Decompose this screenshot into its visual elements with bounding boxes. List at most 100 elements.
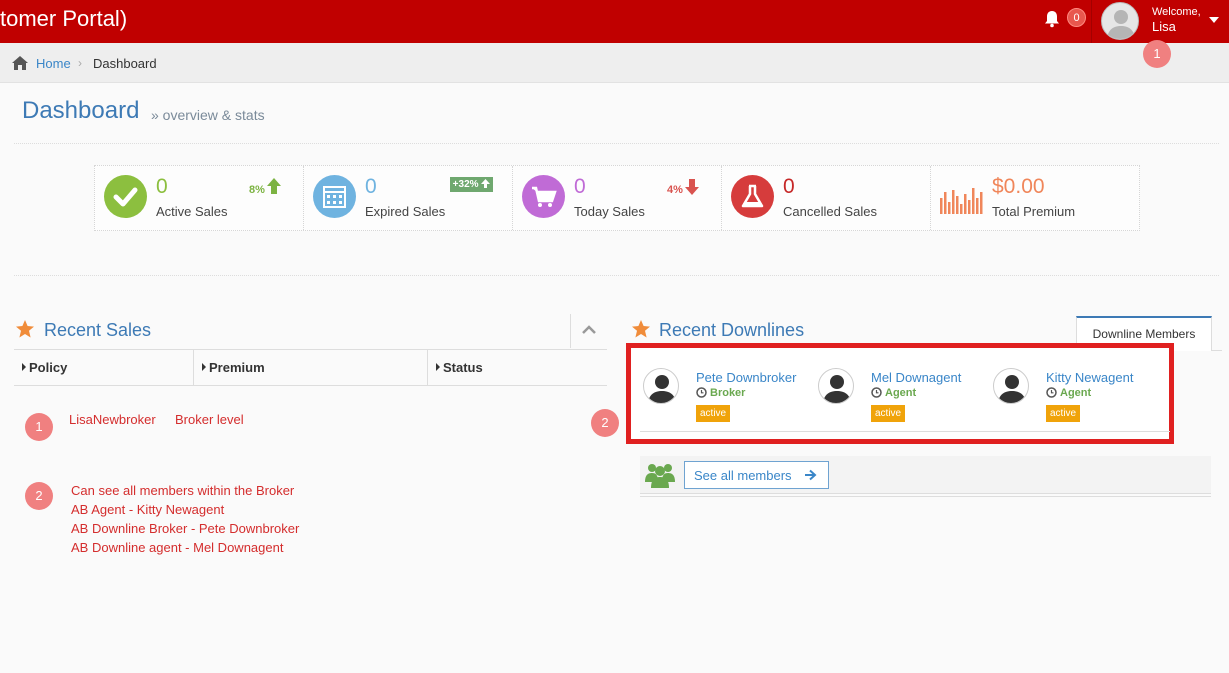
home-icon xyxy=(12,56,28,70)
annotation-badge-1: 1 xyxy=(25,413,53,441)
stat-change: +32% xyxy=(452,179,479,190)
status-badge: active xyxy=(696,405,731,422)
stat-change: 4% xyxy=(667,184,683,196)
column-label: Status xyxy=(443,360,483,375)
annotation-text: AB Downline Broker - Pete Downbroker xyxy=(71,521,300,536)
member-role: Broker xyxy=(710,387,746,399)
member-name-link[interactable]: Mel Downagent xyxy=(871,370,961,385)
stat-label: Active Sales xyxy=(156,204,228,219)
stat-cancelled-sales: 0 Cancelled Sales xyxy=(722,166,931,230)
annotation-text: LisaNewbroker xyxy=(69,412,156,427)
divider xyxy=(14,143,1219,144)
list-item: Kitty Newagent Agent active xyxy=(985,348,1160,438)
chevron-up-icon xyxy=(582,325,596,334)
column-header-status[interactable]: Status xyxy=(428,349,607,386)
user-silhouette-icon xyxy=(648,375,676,403)
shopping-cart-icon xyxy=(522,175,565,218)
check-icon xyxy=(104,175,147,218)
stat-value: 0 xyxy=(574,175,586,198)
avatar[interactable] xyxy=(1101,2,1139,40)
breadcrumb-current: Dashboard xyxy=(93,56,157,71)
users-group-icon xyxy=(645,464,675,488)
breadcrumb: Home › Dashboard xyxy=(0,43,1229,83)
stat-value: 0 xyxy=(783,175,795,198)
list-item: Mel Downagent Agent active xyxy=(810,348,985,438)
annotation-text: AB Downline agent - Mel Downagent xyxy=(71,540,284,555)
member-name-link[interactable]: Pete Downbroker xyxy=(696,370,796,385)
status-badge: active xyxy=(871,405,906,422)
column-header-premium[interactable]: Premium xyxy=(194,349,428,386)
stat-label: Today Sales xyxy=(574,204,645,219)
user-silhouette-icon xyxy=(823,375,851,403)
calendar-icon xyxy=(313,175,356,218)
status-badge: active xyxy=(1046,405,1081,422)
annotation-text: Broker level xyxy=(175,412,244,427)
see-all-label: See all members xyxy=(694,468,792,483)
column-label: Policy xyxy=(29,360,68,375)
notification-count-badge[interactable]: 0 xyxy=(1067,8,1086,27)
annotation-text: AB Agent - Kitty Newagent xyxy=(71,502,225,517)
member-name-link[interactable]: Kitty Newagent xyxy=(1046,370,1133,385)
recent-sales-title: Recent Sales xyxy=(44,320,152,340)
sort-caret-icon xyxy=(22,363,26,371)
clock-icon xyxy=(1046,387,1057,398)
stats-panel: 0 Active Sales 8% 0 Expired Sales 0 Toda… xyxy=(94,165,1140,231)
top-navbar: tomer Portal) 0 Welcome, Lisa xyxy=(0,0,1229,43)
stat-expired-sales: 0 Expired Sales xyxy=(304,166,513,230)
column-label: Premium xyxy=(209,360,265,375)
member-role: Agent xyxy=(1060,387,1092,399)
breadcrumb-home-link[interactable]: Home xyxy=(36,56,71,71)
user-silhouette-icon xyxy=(1107,10,1135,39)
page-title: Dashboard xyxy=(22,97,140,124)
chevron-down-icon[interactable] xyxy=(1209,17,1219,23)
annotation-text: Can see all members within the Broker xyxy=(71,483,295,498)
user-menu[interactable]: Welcome, Lisa xyxy=(1091,0,1229,43)
avatar[interactable] xyxy=(643,368,679,404)
flask-icon xyxy=(731,175,774,218)
sparkline-bars-icon xyxy=(940,188,983,214)
members-footer: See all members xyxy=(640,456,1211,494)
avatar[interactable] xyxy=(818,368,854,404)
bell-icon[interactable] xyxy=(1044,10,1060,28)
stat-total-premium: $0.00 Total Premium xyxy=(931,166,1139,230)
arrow-down-icon xyxy=(685,179,699,195)
stat-value: 0 xyxy=(365,175,377,198)
arrow-up-icon xyxy=(267,178,281,194)
avatar[interactable] xyxy=(993,368,1029,404)
clock-icon xyxy=(696,387,707,398)
annotation-badge-1: 1 xyxy=(1143,40,1171,68)
star-icon xyxy=(16,320,34,338)
annotation-badge-2: 2 xyxy=(25,482,53,510)
breadcrumb-separator: › xyxy=(78,56,82,70)
stat-label: Total Premium xyxy=(992,204,1076,219)
downline-members-list: Pete Downbroker Broker active Mel Downag… xyxy=(626,343,1174,444)
brand-title[interactable]: tomer Portal) xyxy=(0,6,127,32)
clock-icon xyxy=(871,387,882,398)
star-icon xyxy=(632,320,650,338)
sort-caret-icon xyxy=(436,363,440,371)
stat-today-sales: 0 Today Sales 4% xyxy=(513,166,722,230)
stat-change-badge: +32% xyxy=(450,177,493,192)
stat-value: 0 xyxy=(156,175,168,198)
username: Lisa xyxy=(1152,19,1176,34)
stat-label: Expired Sales xyxy=(365,204,446,219)
list-item: Pete Downbroker Broker active xyxy=(635,348,810,438)
divider xyxy=(14,275,1219,276)
arrow-right-icon xyxy=(805,469,817,481)
welcome-text: Welcome, xyxy=(1152,6,1201,18)
stat-change: 8% xyxy=(249,184,265,196)
collapse-button[interactable] xyxy=(570,314,607,348)
see-all-members-button[interactable]: See all members xyxy=(684,461,829,489)
arrow-up-icon xyxy=(481,179,491,188)
stat-value: $0.00 xyxy=(992,175,1045,198)
column-header-policy[interactable]: Policy xyxy=(14,349,194,386)
recent-downlines-title: Recent Downlines xyxy=(659,320,805,340)
divider xyxy=(640,431,1170,432)
annotation-badge-2: 2 xyxy=(591,409,619,437)
divider xyxy=(640,496,1211,497)
page-subtitle: » overview & stats xyxy=(151,107,265,123)
stat-active-sales: 0 Active Sales 8% xyxy=(95,166,304,230)
member-role: Agent xyxy=(885,387,917,399)
sort-caret-icon xyxy=(202,363,206,371)
user-silhouette-icon xyxy=(998,375,1026,403)
